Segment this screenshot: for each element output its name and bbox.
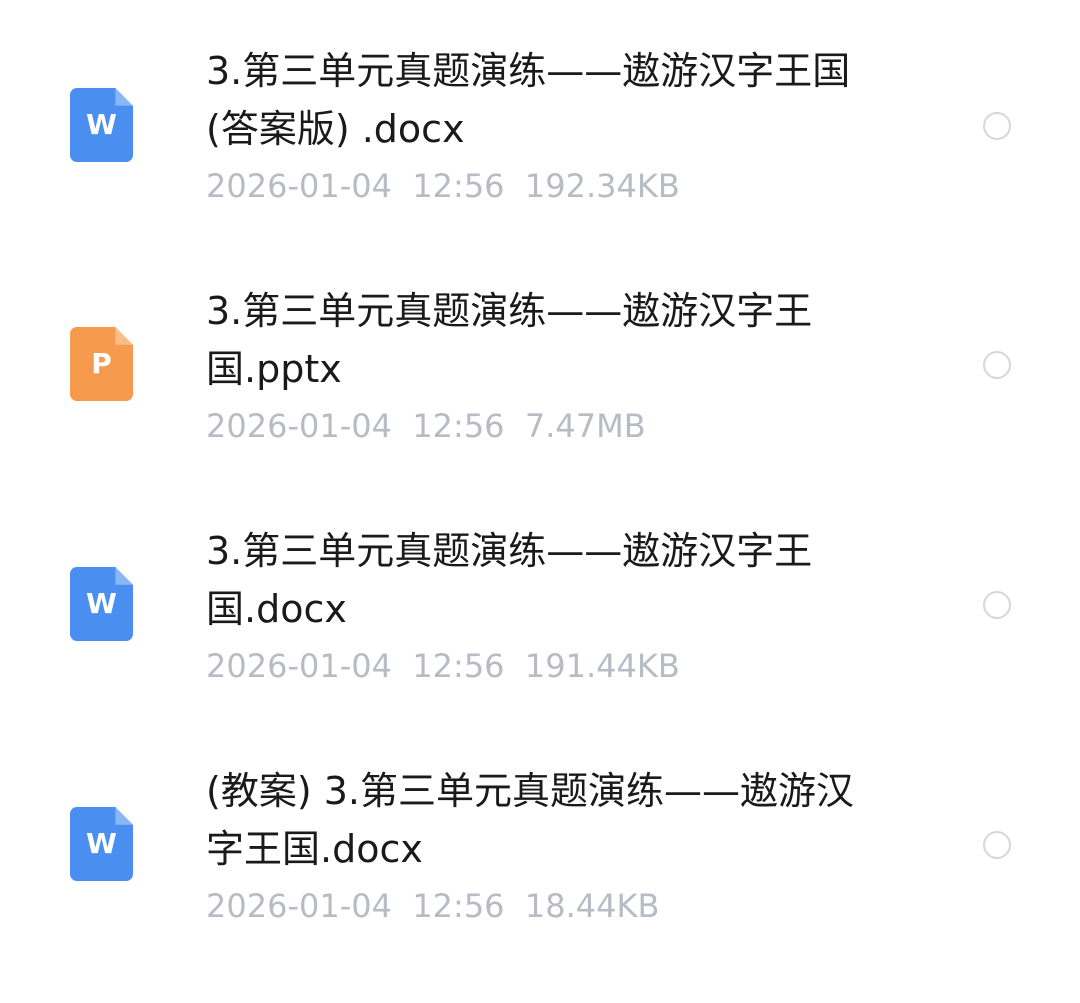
file-item[interactable]: W (教案) 3.第三单元真题演练——遨游汉 字王国.docx 2026-01-… bbox=[0, 720, 1080, 960]
file-list: W 3.第三单元真题演练——遨游汉字王国 (答案版) .docx 2026-01… bbox=[0, 0, 1080, 1003]
word-doc-icon: W bbox=[70, 567, 133, 641]
file-name-line: 国.docx bbox=[206, 587, 347, 631]
file-meta: 2026-01-04 12:56 191.44KB bbox=[206, 647, 680, 685]
file-name-line: 字王国.docx bbox=[206, 827, 423, 871]
file-name-line: 3.第三单元真题演练——遨游汉字王 bbox=[206, 529, 813, 573]
file-meta: 2026-01-04 12:56 192.34KB bbox=[206, 167, 680, 205]
ppt-doc-icon: P bbox=[70, 327, 133, 401]
file-name[interactable]: 3.第三单元真题演练——遨游汉字王 国.docx bbox=[206, 522, 906, 638]
word-doc-icon: W bbox=[70, 88, 133, 162]
select-radio[interactable] bbox=[983, 831, 1011, 859]
word-doc-icon: W bbox=[70, 807, 133, 881]
word-doc-glyph: W bbox=[86, 587, 117, 620]
select-radio[interactable] bbox=[983, 112, 1011, 140]
file-item[interactable]: W 3.第三单元真题演练——遨游汉字王 国.docx 2026-01-04 12… bbox=[0, 480, 1080, 720]
file-name-line: 3.第三单元真题演练——遨游汉字王 bbox=[206, 289, 813, 333]
select-radio[interactable] bbox=[983, 591, 1011, 619]
file-name-line: 3.第三单元真题演练——遨游汉字王国 bbox=[206, 49, 851, 93]
file-name-line: (答案版) .docx bbox=[206, 107, 465, 151]
select-radio[interactable] bbox=[983, 351, 1011, 379]
file-name[interactable]: (教案) 3.第三单元真题演练——遨游汉 字王国.docx bbox=[206, 762, 906, 878]
word-doc-glyph: W bbox=[86, 827, 117, 860]
file-name[interactable]: 3.第三单元真题演练——遨游汉字王 国.pptx bbox=[206, 282, 906, 398]
file-name-line: 国.pptx bbox=[206, 347, 342, 391]
file-meta: 2026-01-04 12:56 18.44KB bbox=[206, 887, 660, 925]
file-meta: 2026-01-04 12:56 7.47MB bbox=[206, 407, 646, 445]
file-name[interactable]: 3.第三单元真题演练——遨游汉字王国 (答案版) .docx bbox=[206, 42, 906, 158]
file-item[interactable]: P 3.第三单元真题演练——遨游汉字王 国.pptx 2026-01-04 12… bbox=[0, 240, 1080, 480]
file-item[interactable]: W 3.第三单元真题演练——遨游汉字王国 (答案版) .docx 2026-01… bbox=[0, 0, 1080, 240]
ppt-doc-glyph: P bbox=[91, 347, 112, 380]
file-name-line: (教案) 3.第三单元真题演练——遨游汉 bbox=[206, 769, 854, 813]
word-doc-glyph: W bbox=[86, 108, 117, 141]
